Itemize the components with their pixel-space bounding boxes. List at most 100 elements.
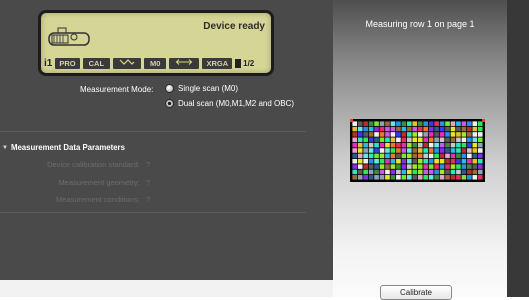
radio-button-selected[interactable]: [165, 99, 174, 108]
color-patch: [445, 126, 450, 132]
color-patch: [456, 137, 461, 143]
color-patch: [390, 153, 396, 159]
color-patch: [374, 175, 379, 180]
color-patch: [412, 121, 418, 126]
color-patch: [390, 164, 396, 169]
color-patch: [357, 169, 363, 175]
color-patch: [390, 121, 396, 126]
color-patch: [472, 132, 478, 137]
color-patch: [374, 148, 379, 153]
color-patch: [461, 142, 467, 148]
color-patch: [357, 142, 363, 148]
lcd-page-text: 1/2: [243, 59, 255, 68]
window-edge: [507, 0, 529, 297]
spectrophotometer-icon: [48, 27, 90, 46]
color-patch: [406, 169, 412, 175]
color-patch: [396, 142, 401, 148]
lcd-status-text: Device ready: [203, 21, 265, 32]
color-patch: [423, 164, 429, 169]
color-patch: [368, 153, 374, 159]
bottom-strip: [0, 280, 333, 297]
color-patch: [434, 137, 439, 143]
params-disclosure[interactable]: ▼ Measurement Data Parameters: [2, 143, 125, 152]
color-patch: [467, 153, 472, 159]
i1-logo: i1: [44, 58, 53, 69]
color-patch: [406, 137, 412, 143]
color-patch: [412, 158, 418, 164]
calibrate-button[interactable]: Calibrate: [380, 285, 452, 300]
param-label: Device calibration standard:: [47, 160, 140, 169]
color-patch: [428, 148, 434, 153]
color-patch: [374, 153, 379, 159]
color-patch: [461, 137, 467, 143]
measuring-status-title: Measuring row 1 on page 1: [365, 19, 475, 29]
color-patch: [390, 158, 396, 164]
color-patch: [417, 121, 423, 126]
color-patch: [423, 132, 429, 137]
color-patch: [396, 169, 401, 175]
color-patch: [477, 164, 483, 169]
color-patch: [417, 153, 423, 159]
color-patch: [385, 175, 390, 180]
color-patch: [363, 142, 368, 148]
color-patch: [379, 132, 385, 137]
color-patch: [450, 153, 456, 159]
color-patch: [379, 142, 385, 148]
color-patch: [374, 126, 379, 132]
color-patch: [401, 121, 407, 126]
color-patch: [450, 142, 456, 148]
color-patch: [456, 169, 461, 175]
color-patch: [428, 153, 434, 159]
device-lcd-display: Device ready i1 PRO CAL M0 XRGA 1/2: [38, 10, 274, 76]
color-patch: [396, 164, 401, 169]
color-patch: [439, 137, 445, 143]
color-patch: [396, 137, 401, 143]
color-patch: [467, 121, 472, 126]
color-patch: [406, 132, 412, 137]
color-patch: [374, 132, 379, 137]
color-patch: [439, 148, 445, 153]
color-patch: [406, 142, 412, 148]
color-patch: [406, 126, 412, 132]
disclosure-triangle-icon[interactable]: ▼: [2, 145, 8, 151]
color-patch: [406, 158, 412, 164]
color-patch: [445, 137, 450, 143]
color-patch: [401, 137, 407, 143]
color-patch: [368, 164, 374, 169]
radio-dual-scan[interactable]: Dual scan (M0,M1,M2 and OBC): [165, 99, 294, 108]
color-patch: [417, 158, 423, 164]
color-patch: [363, 175, 368, 180]
color-patch: [472, 126, 478, 132]
color-patch: [450, 175, 456, 180]
color-patch: [352, 126, 358, 132]
color-patch: [363, 158, 368, 164]
color-patch: [396, 175, 401, 180]
color-patch: [396, 153, 401, 159]
color-patch: [368, 148, 374, 153]
color-patch: [456, 148, 461, 153]
color-patch: [417, 132, 423, 137]
color-patch: [379, 158, 385, 164]
color-patch: [357, 158, 363, 164]
color-patch: [368, 169, 374, 175]
color-patch: [456, 126, 461, 132]
color-patch: [406, 121, 412, 126]
param-value: ?: [145, 160, 150, 169]
radio-single-scan[interactable]: Single scan (M0): [165, 84, 238, 93]
radio-button[interactable]: [165, 84, 174, 93]
chart-corner-marker: [350, 119, 353, 122]
color-patch: [401, 169, 407, 175]
app-window: Device ready i1 PRO CAL M0 XRGA 1/2 Meas…: [0, 0, 529, 300]
color-patch: [434, 142, 439, 148]
radio-label: Single scan (M0): [178, 84, 239, 93]
color-patch: [363, 126, 368, 132]
color-patch: [412, 126, 418, 132]
color-patch: [357, 121, 363, 126]
color-patch: [428, 132, 434, 137]
color-patch: [374, 158, 379, 164]
color-patch: [368, 126, 374, 132]
color-patch: [477, 169, 483, 175]
chart-corner-marker: [482, 119, 485, 122]
color-patch: [401, 164, 407, 169]
color-patch: [472, 142, 478, 148]
